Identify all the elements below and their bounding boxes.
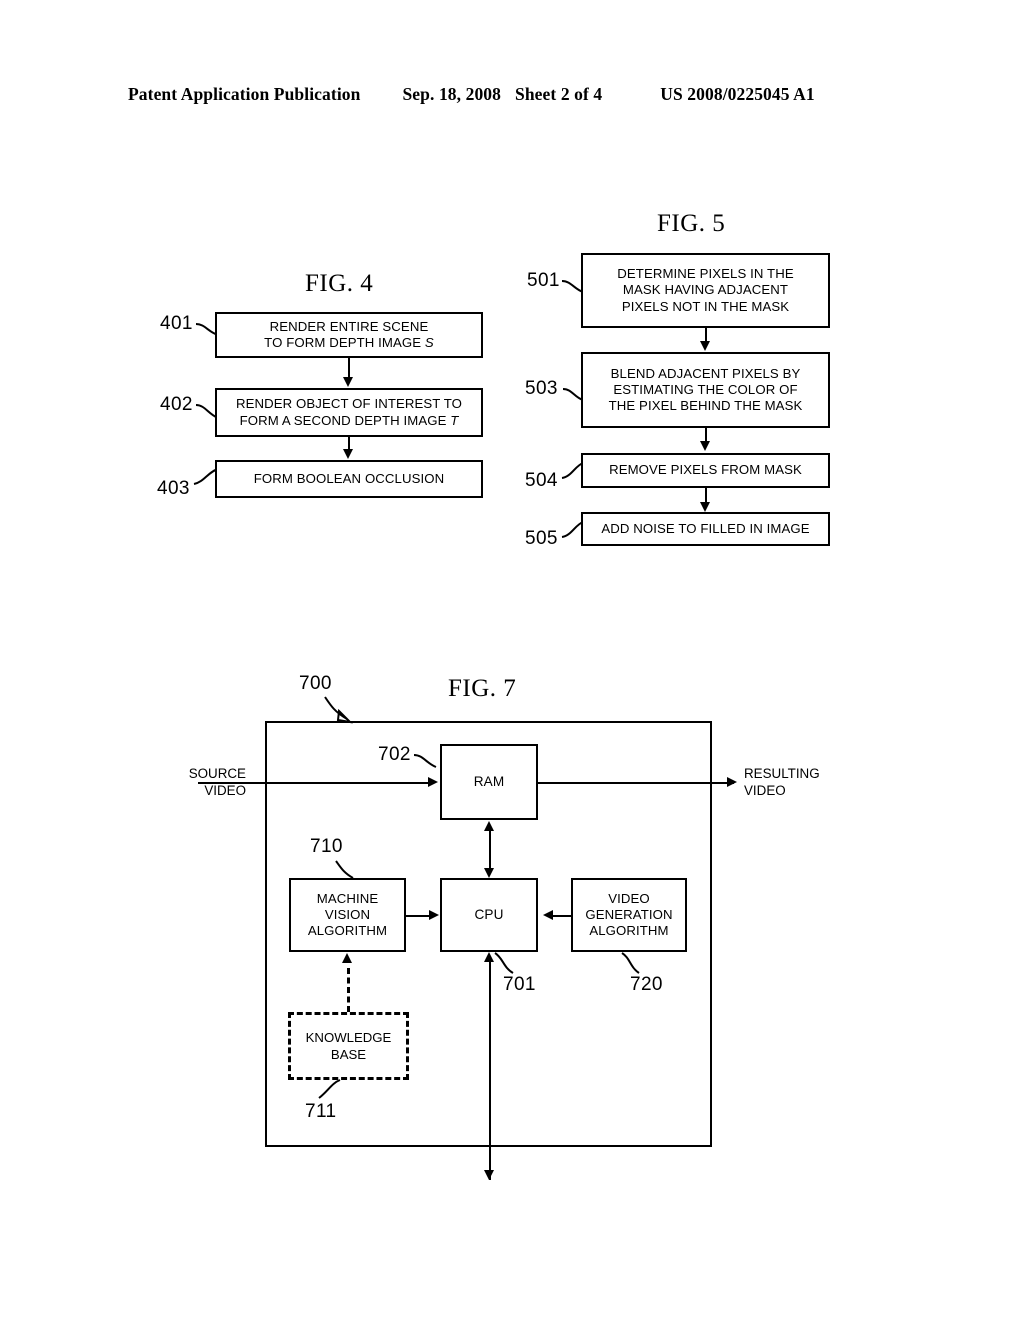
fig5-step-504-line1: REMOVE PIXELS FROM MASK <box>609 462 802 478</box>
fig7-output-line <box>538 782 734 784</box>
fig5-step-501-line2: MASK HAVING ADJACENT <box>622 282 789 298</box>
fig7-leader-702 <box>413 754 437 768</box>
fig5-arrow-501-503-line <box>705 328 707 342</box>
fig4-step-402-line2: FORM A SECOND DEPTH IMAGE T <box>239 412 459 428</box>
fig5-step-501-line1: DETERMINE PIXELS IN THE <box>617 266 794 282</box>
fig4-title: FIG. 4 <box>305 270 374 297</box>
fig4-arrow-402-403-head <box>343 449 353 459</box>
fig7-input-line <box>198 782 430 784</box>
fig7-block-ram: RAM <box>440 744 538 820</box>
fig4-arrow-401-402-head <box>343 377 353 387</box>
fig7-block-mva-line1: MACHINE <box>316 890 379 906</box>
fig7-ram-cpu-arrowhead-down <box>484 868 494 878</box>
header-publication-label: Patent Application Publication <box>128 84 361 104</box>
fig7-mva-cpu-arrowhead <box>429 910 439 920</box>
fig7-block-knowledge-base: KNOWLEDGE BASE <box>288 1012 409 1080</box>
fig4-step-box-402: RENDER OBJECT OF INTEREST TO FORM A SECO… <box>215 388 483 437</box>
fig4-arrow-401-402-line <box>348 358 350 379</box>
fig7-kb-mva-arrowhead <box>342 953 352 963</box>
fig5-ref-501: 501 <box>527 270 560 291</box>
fig5-step-box-504: REMOVE PIXELS FROM MASK <box>581 453 830 488</box>
fig5-ref-505: 505 <box>525 528 558 549</box>
fig5-title: FIG. 5 <box>657 210 726 237</box>
header-sheet: Sheet 2 of 4 <box>515 84 603 104</box>
fig7-block-ram-label: RAM <box>473 773 505 789</box>
fig7-kb-mva-dashed-line <box>347 968 350 1012</box>
page-header: Patent Application Publication Sep. 18, … <box>128 84 896 110</box>
fig5-arrow-503-504-head <box>700 441 710 451</box>
fig5-arrow-504-505-line <box>705 488 707 503</box>
fig4-step-402-italic: T <box>450 412 459 428</box>
fig5-step-box-503: BLEND ADJACENT PIXELS BY ESTIMATING THE … <box>581 352 830 428</box>
fig7-block-mva-line3: ALGORITHM <box>307 923 388 939</box>
fig5-arrow-504-505-head <box>700 502 710 512</box>
fig4-ref-403: 403 <box>157 478 190 499</box>
fig7-block-vga-line1: VIDEO <box>608 890 650 906</box>
fig5-step-box-501: DETERMINE PIXELS IN THE MASK HAVING ADJA… <box>581 253 830 328</box>
fig5-step-501-line3: PIXELS NOT IN THE MASK <box>621 298 790 314</box>
header-date: Sep. 18, 2008 <box>402 84 502 104</box>
patent-drawing-page: Patent Application Publication Sep. 18, … <box>0 0 1024 1320</box>
fig5-ref-503: 503 <box>525 378 558 399</box>
fig7-title: FIG. 7 <box>448 675 517 702</box>
fig4-step-401-line1: RENDER ENTIRE SCENE <box>269 318 429 334</box>
fig4-ref-401: 401 <box>160 313 193 334</box>
fig5-arrow-503-504-line <box>705 428 707 442</box>
fig7-vga-cpu-arrowhead <box>543 910 553 920</box>
fig7-ref-720: 720 <box>630 974 663 995</box>
fig7-block-machine-vision-algorithm: MACHINE VISION ALGORITHM <box>289 878 406 952</box>
fig5-step-box-505: ADD NOISE TO FILLED IN IMAGE <box>581 512 830 546</box>
fig7-ram-cpu-line <box>489 830 491 870</box>
fig7-cpu-output-line <box>489 960 491 1180</box>
fig4-step-401-line2: TO FORM DEPTH IMAGE S <box>264 335 434 350</box>
fig7-block-video-generation-algorithm: VIDEO GENERATION ALGORITHM <box>571 878 687 952</box>
fig7-block-kb-line1: KNOWLEDGE <box>305 1029 392 1045</box>
fig7-block-mva-line2: VISION <box>324 906 371 922</box>
fig7-ref-701: 701 <box>503 974 536 995</box>
fig7-ref-702: 702 <box>378 744 411 765</box>
fig4-step-403-line1: FORM BOOLEAN OCCLUSION <box>253 470 445 486</box>
fig4-step-box-401: RENDER ENTIRE SCENE TO FORM DEPTH IMAGE … <box>215 312 483 358</box>
fig4-ref-402: 402 <box>160 394 193 415</box>
fig4-step-401-italic: S <box>424 335 434 350</box>
fig7-input-arrowhead <box>428 777 438 787</box>
fig7-ref-710: 710 <box>310 836 343 857</box>
fig5-step-503-line3: THE PIXEL BEHIND THE MASK <box>608 398 803 414</box>
fig7-block-cpu: CPU <box>440 878 538 952</box>
fig7-cpu-output-arrowhead-down <box>484 1170 494 1180</box>
fig7-block-cpu-label: CPU <box>474 906 504 922</box>
fig7-ram-cpu-arrowhead-up <box>484 821 494 831</box>
fig7-cpu-output-arrowhead-up <box>484 952 494 962</box>
fig7-block-vga-line2: GENERATION <box>585 906 673 922</box>
fig4-step-box-403: FORM BOOLEAN OCCLUSION <box>215 460 483 498</box>
fig5-step-503-line1: BLEND ADJACENT PIXELS BY <box>610 365 801 381</box>
fig7-block-kb-line2: BASE <box>330 1047 367 1062</box>
fig5-step-505-line1: ADD NOISE TO FILLED IN IMAGE <box>601 520 810 536</box>
fig5-arrow-501-503-head <box>700 341 710 351</box>
fig7-block-vga-line3: ALGORITHM <box>589 923 669 939</box>
fig5-ref-504: 504 <box>525 470 558 491</box>
fig4-step-402-line1: RENDER OBJECT OF INTEREST TO <box>235 396 463 412</box>
header-patent-number: US 2008/0225045 A1 <box>660 84 815 104</box>
fig7-resulting-video-label: RESULTING VIDEO <box>744 766 820 799</box>
fig7-output-arrowhead <box>727 777 737 787</box>
fig7-ref-700: 700 <box>299 673 332 694</box>
fig7-ref-711: 711 <box>305 1101 337 1122</box>
fig5-step-503-line2: ESTIMATING THE COLOR OF <box>613 381 798 397</box>
